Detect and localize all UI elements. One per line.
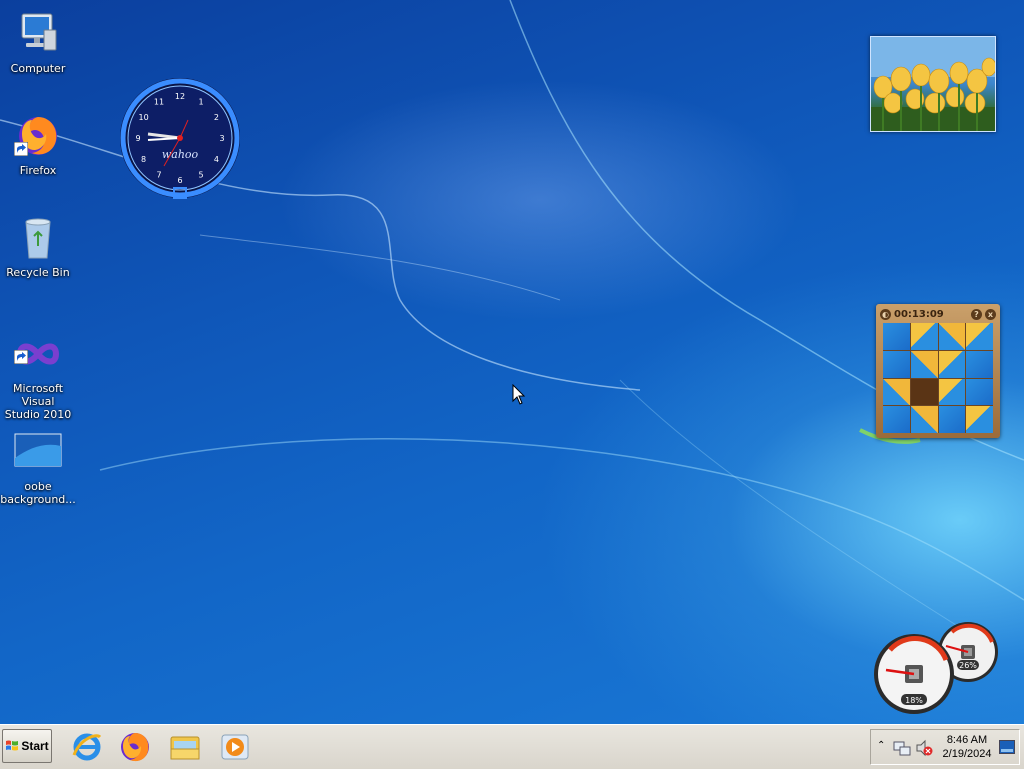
cpu-meter-gadget[interactable]: 26% 18% <box>872 620 1002 716</box>
puzzle-tile[interactable] <box>910 350 938 378</box>
desktop-icon-oobe-background[interactable]: oobe background... <box>0 428 76 506</box>
desktop-icon-label-line2: background... <box>0 493 76 506</box>
clock-gadget[interactable]: 121234567891011 wahoo <box>118 76 242 200</box>
shortcut-arrow-icon <box>14 142 28 156</box>
clock-numeral: 5 <box>198 170 203 179</box>
internet-explorer-icon[interactable] <box>70 731 104 763</box>
puzzle-empty-slot <box>910 378 938 406</box>
clock-numeral: 9 <box>135 134 140 143</box>
clock-numeral: 1 <box>198 98 203 107</box>
puzzle-tile[interactable] <box>966 406 993 433</box>
clock-numeral: 12 <box>175 92 185 101</box>
clock-numeral: 10 <box>139 113 149 122</box>
clock-numeral: 2 <box>214 113 219 122</box>
desktop-icon-label-line1: oobe <box>24 480 52 493</box>
taskbar: Start ⌃ 8:46 AM 2/19/2024 <box>0 724 1024 769</box>
desktop-icon-computer[interactable]: Computer <box>0 10 76 75</box>
clock-numeral: 4 <box>214 155 219 164</box>
notification-area: ⌃ 8:46 AM 2/19/2024 <box>870 729 1020 765</box>
memory-percent: 26% <box>959 661 977 670</box>
firefox-icon[interactable] <box>118 731 152 763</box>
start-button[interactable]: Start <box>2 729 52 763</box>
clock-numeral: 8 <box>141 155 146 164</box>
puzzle-tile[interactable] <box>938 323 966 350</box>
windows-explorer-icon[interactable] <box>168 731 202 763</box>
desktop-icon-recycle-bin[interactable]: Recycle Bin <box>0 214 76 279</box>
clock-numeral: 7 <box>156 170 161 179</box>
slideshow-gadget[interactable] <box>870 36 996 132</box>
start-label: Start <box>21 739 49 753</box>
network-icon[interactable] <box>893 739 911 757</box>
windows-flag-icon <box>6 740 19 751</box>
shortcut-arrow-icon <box>14 350 28 364</box>
puzzle-timer: 00:13:09 <box>894 308 944 320</box>
cpu-gauge: 18% <box>874 634 954 714</box>
desktop-icon-label: Recycle Bin <box>6 266 70 279</box>
puzzle-tile[interactable] <box>966 323 993 350</box>
picture-puzzle-gadget[interactable]: ◐ 00:13:09 ? x <box>876 304 1000 438</box>
tray-time: 8:46 AM <box>946 734 988 746</box>
volume-muted-icon[interactable] <box>915 739 933 757</box>
puzzle-tile[interactable] <box>938 378 966 406</box>
puzzle-tile[interactable] <box>910 406 938 433</box>
help-button[interactable]: ? <box>971 308 982 320</box>
tray-date: 2/19/2024 <box>942 748 992 760</box>
solve-button[interactable]: x <box>985 308 996 320</box>
puzzle-header: ◐ 00:13:09 ? x <box>880 307 996 321</box>
puzzle-tile[interactable] <box>883 350 910 378</box>
puzzle-tile[interactable] <box>883 378 910 406</box>
image-file-icon <box>14 433 62 467</box>
desktop-icon-visual-studio[interactable]: Microsoft Visual Studio 2010 <box>0 330 76 421</box>
show-hidden-icons-chevron-icon[interactable]: ⌃ <box>877 740 885 751</box>
puzzle-grid <box>883 323 993 433</box>
tray-clock[interactable]: 8:46 AM 2/19/2024 <box>937 733 997 761</box>
clock-numeral: 6 <box>177 176 182 185</box>
puzzle-tile[interactable] <box>938 406 966 433</box>
mouse-cursor-icon <box>512 384 526 405</box>
puzzle-tile[interactable] <box>938 350 966 378</box>
puzzle-tile[interactable] <box>966 350 993 378</box>
show-desktop-icon[interactable] <box>999 740 1015 754</box>
show-picture-icon[interactable]: ◐ <box>880 308 891 320</box>
computer-icon <box>21 13 57 51</box>
media-player-icon[interactable] <box>218 731 252 763</box>
clock-numeral: 11 <box>154 98 164 107</box>
tulips-photo <box>871 37 995 131</box>
cpu-percent: 18% <box>905 696 923 705</box>
puzzle-tile[interactable] <box>910 323 938 350</box>
clock-brand: wahoo <box>162 148 199 161</box>
puzzle-tile[interactable] <box>883 406 910 433</box>
desktop-icon-label: Computer <box>10 62 66 75</box>
desktop[interactable]: Computer Firefox Recycle Bin Microsoft V <box>0 0 1024 724</box>
desktop-icon-label-line2: Studio 2010 <box>4 408 72 421</box>
clock-numeral: 3 <box>219 134 224 143</box>
desktop-icon-label: Firefox <box>19 164 57 177</box>
puzzle-tile[interactable] <box>966 378 993 406</box>
recycle-bin-icon <box>25 218 51 259</box>
desktop-icon-label-line1: Microsoft Visual <box>12 382 64 408</box>
desktop-icon-firefox[interactable]: Firefox <box>0 112 76 177</box>
puzzle-tile[interactable] <box>883 323 910 350</box>
